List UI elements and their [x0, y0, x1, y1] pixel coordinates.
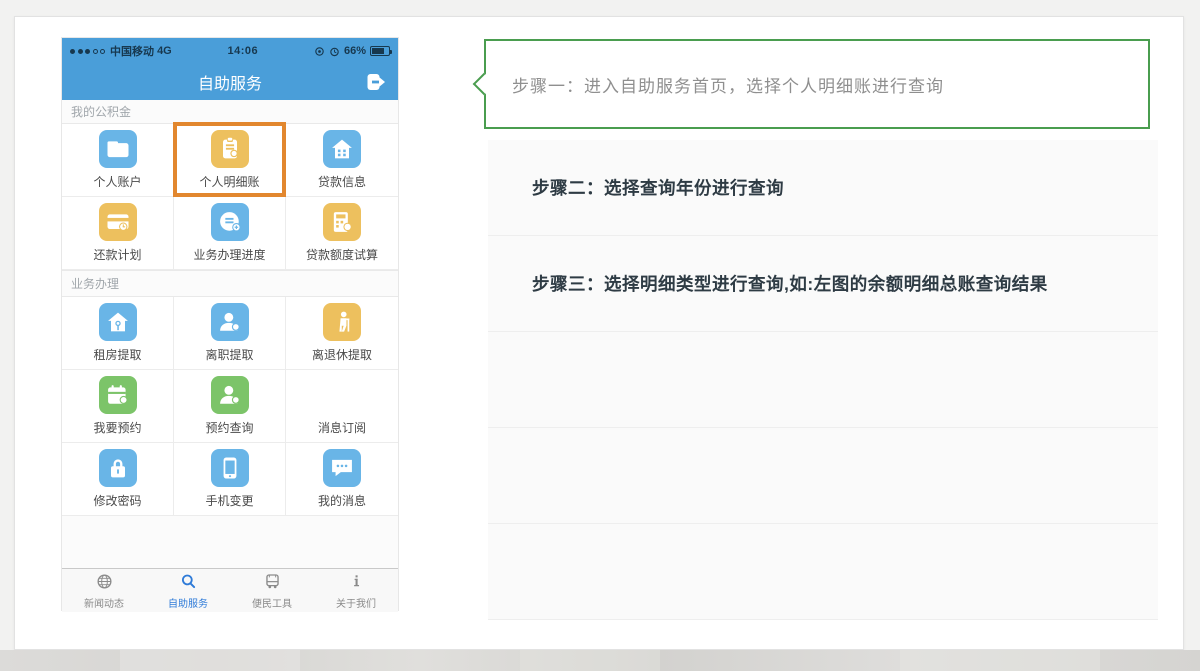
chat-icon [323, 449, 361, 487]
tab-label: 新闻动态 [84, 595, 124, 610]
empty-row [488, 524, 1158, 620]
tab-news[interactable]: 新闻动态 [62, 569, 146, 612]
empty-area [62, 516, 398, 568]
status-bar: 中国移动 4G 14:06 66% [62, 38, 398, 64]
tile-grid-business: 租房提取 离职提取 离退休提取我要预约 预约查询 消息订阅修改密码 手机变更 我的消息 [62, 297, 398, 516]
person-search-icon [211, 376, 249, 414]
section-header-business: 业务办理 [62, 270, 398, 297]
carrier-label: 中国移动 [110, 43, 154, 59]
tile-make-appointment[interactable]: 我要预约 [62, 370, 174, 443]
orientation-lock-icon [314, 46, 325, 57]
tile-label: 贷款额度试算 [306, 246, 378, 263]
calculator-icon [323, 203, 361, 241]
section-header-label: 业务办理 [71, 275, 119, 292]
tile-change-password[interactable]: 修改密码 [62, 443, 174, 516]
tile-label: 贷款信息 [318, 173, 366, 190]
house-withdraw-icon [99, 303, 137, 341]
step1-text: 步骤一：进入自助服务首页，选择个人明细账进行查询 [512, 72, 944, 97]
tab-label: 便民工具 [252, 595, 292, 610]
step2-row: 步骤二：选择查询年份进行查询 [488, 140, 1158, 236]
lock-icon [99, 449, 137, 487]
tile-label: 还款计划 [93, 246, 141, 263]
tile-rent-withdrawal[interactable]: 租房提取 [62, 297, 174, 370]
step3-text: 步骤三：选择明细类型进行查询,如:左图的余额明细总账查询结果 [532, 271, 1048, 296]
step3-row: 步骤三：选择明细类型进行查询,如:左图的余额明细总账查询结果 [488, 236, 1158, 332]
progress-icon [211, 203, 249, 241]
step2-text: 步骤二：选择查询年份进行查询 [532, 175, 784, 200]
no-icon-placeholder [323, 376, 361, 414]
network-label: 4G [157, 45, 172, 57]
folder-icon [99, 130, 137, 168]
phone-icon [211, 449, 249, 487]
tile-label: 我要预约 [93, 419, 141, 436]
tile-repayment-plan[interactable]: 还款计划 [62, 197, 174, 270]
tile-personal-detail-ledger[interactable]: 个人明细账 [174, 124, 286, 197]
tile-my-messages[interactable]: 我的消息 [286, 443, 398, 516]
logout-icon[interactable] [364, 70, 388, 94]
repayment-card-icon [99, 203, 137, 241]
step1-callout: 步骤一：进入自助服务首页，选择个人明细账进行查询 [484, 39, 1150, 129]
empty-row [488, 332, 1158, 428]
battery-percent-label: 66% [344, 45, 366, 57]
tile-label: 消息订阅 [318, 419, 366, 436]
callout-arrow-icon [473, 73, 496, 96]
empty-row [488, 428, 1158, 524]
tab-label: 自助服务 [168, 595, 208, 610]
retiree-icon [323, 303, 361, 341]
tile-loan-info[interactable]: 贷款信息 [286, 124, 398, 197]
phone-screenshot: 中国移动 4G 14:06 66% 自助服务 [61, 37, 399, 611]
nav-bar: 自助服务 [62, 64, 398, 100]
person-withdraw-icon [211, 303, 249, 341]
background-photo-band [0, 650, 1200, 671]
globe-icon [95, 572, 114, 594]
bus-icon [263, 572, 282, 594]
info-icon [347, 572, 366, 594]
tile-label: 离退休提取 [312, 346, 372, 363]
tile-phone-change[interactable]: 手机变更 [174, 443, 286, 516]
tile-label: 修改密码 [93, 492, 141, 509]
section-header-my-fund: 我的公积金 [62, 100, 398, 124]
page-title: 自助服务 [198, 70, 262, 94]
tile-personal-account[interactable]: 个人账户 [62, 124, 174, 197]
calendar-icon [99, 376, 137, 414]
detail-ledger-icon [211, 130, 249, 168]
step-list: 步骤二：选择查询年份进行查询 步骤三：选择明细类型进行查询,如:左图的余额明细总… [488, 140, 1158, 620]
tab-self-service[interactable]: 自助服务 [146, 569, 230, 612]
tile-label: 离职提取 [205, 346, 253, 363]
tile-label: 业务办理进度 [193, 246, 265, 263]
clock-label: 14:06 [172, 45, 314, 57]
tile-business-progress[interactable]: 业务办理进度 [174, 197, 286, 270]
tile-retirement-withdrawal[interactable]: 离退休提取 [286, 297, 398, 370]
content-card: 中国移动 4G 14:06 66% 自助服务 [14, 16, 1184, 650]
tile-loan-quota-calc[interactable]: 贷款额度试算 [286, 197, 398, 270]
tile-resignation-withdrawal[interactable]: 离职提取 [174, 297, 286, 370]
house-calculator-icon [323, 130, 361, 168]
tab-label: 关于我们 [336, 595, 376, 610]
tile-label: 预约查询 [205, 419, 253, 436]
bottom-tab-bar: 新闻动态 自助服务 便民工具 关于我们 [62, 568, 398, 612]
battery-icon [370, 46, 390, 56]
tile-label: 租房提取 [93, 346, 141, 363]
tile-label: 手机变更 [205, 492, 253, 509]
alarm-icon [329, 46, 340, 57]
search-icon [179, 572, 198, 594]
tile-message-subscription[interactable]: 消息订阅 [286, 370, 398, 443]
signal-strength-icon [70, 49, 105, 54]
tile-label: 个人明细账 [199, 173, 259, 190]
tab-about[interactable]: 关于我们 [314, 569, 398, 612]
tile-grid-my-fund: 个人账户 个人明细账 贷款信息还款计划 业务办理进度 贷款额度试算 [62, 124, 398, 270]
tile-label: 我的消息 [318, 492, 366, 509]
tile-label: 个人账户 [93, 173, 141, 190]
section-header-label: 我的公积金 [71, 103, 131, 120]
tile-appointment-query[interactable]: 预约查询 [174, 370, 286, 443]
tab-tools[interactable]: 便民工具 [230, 569, 314, 612]
